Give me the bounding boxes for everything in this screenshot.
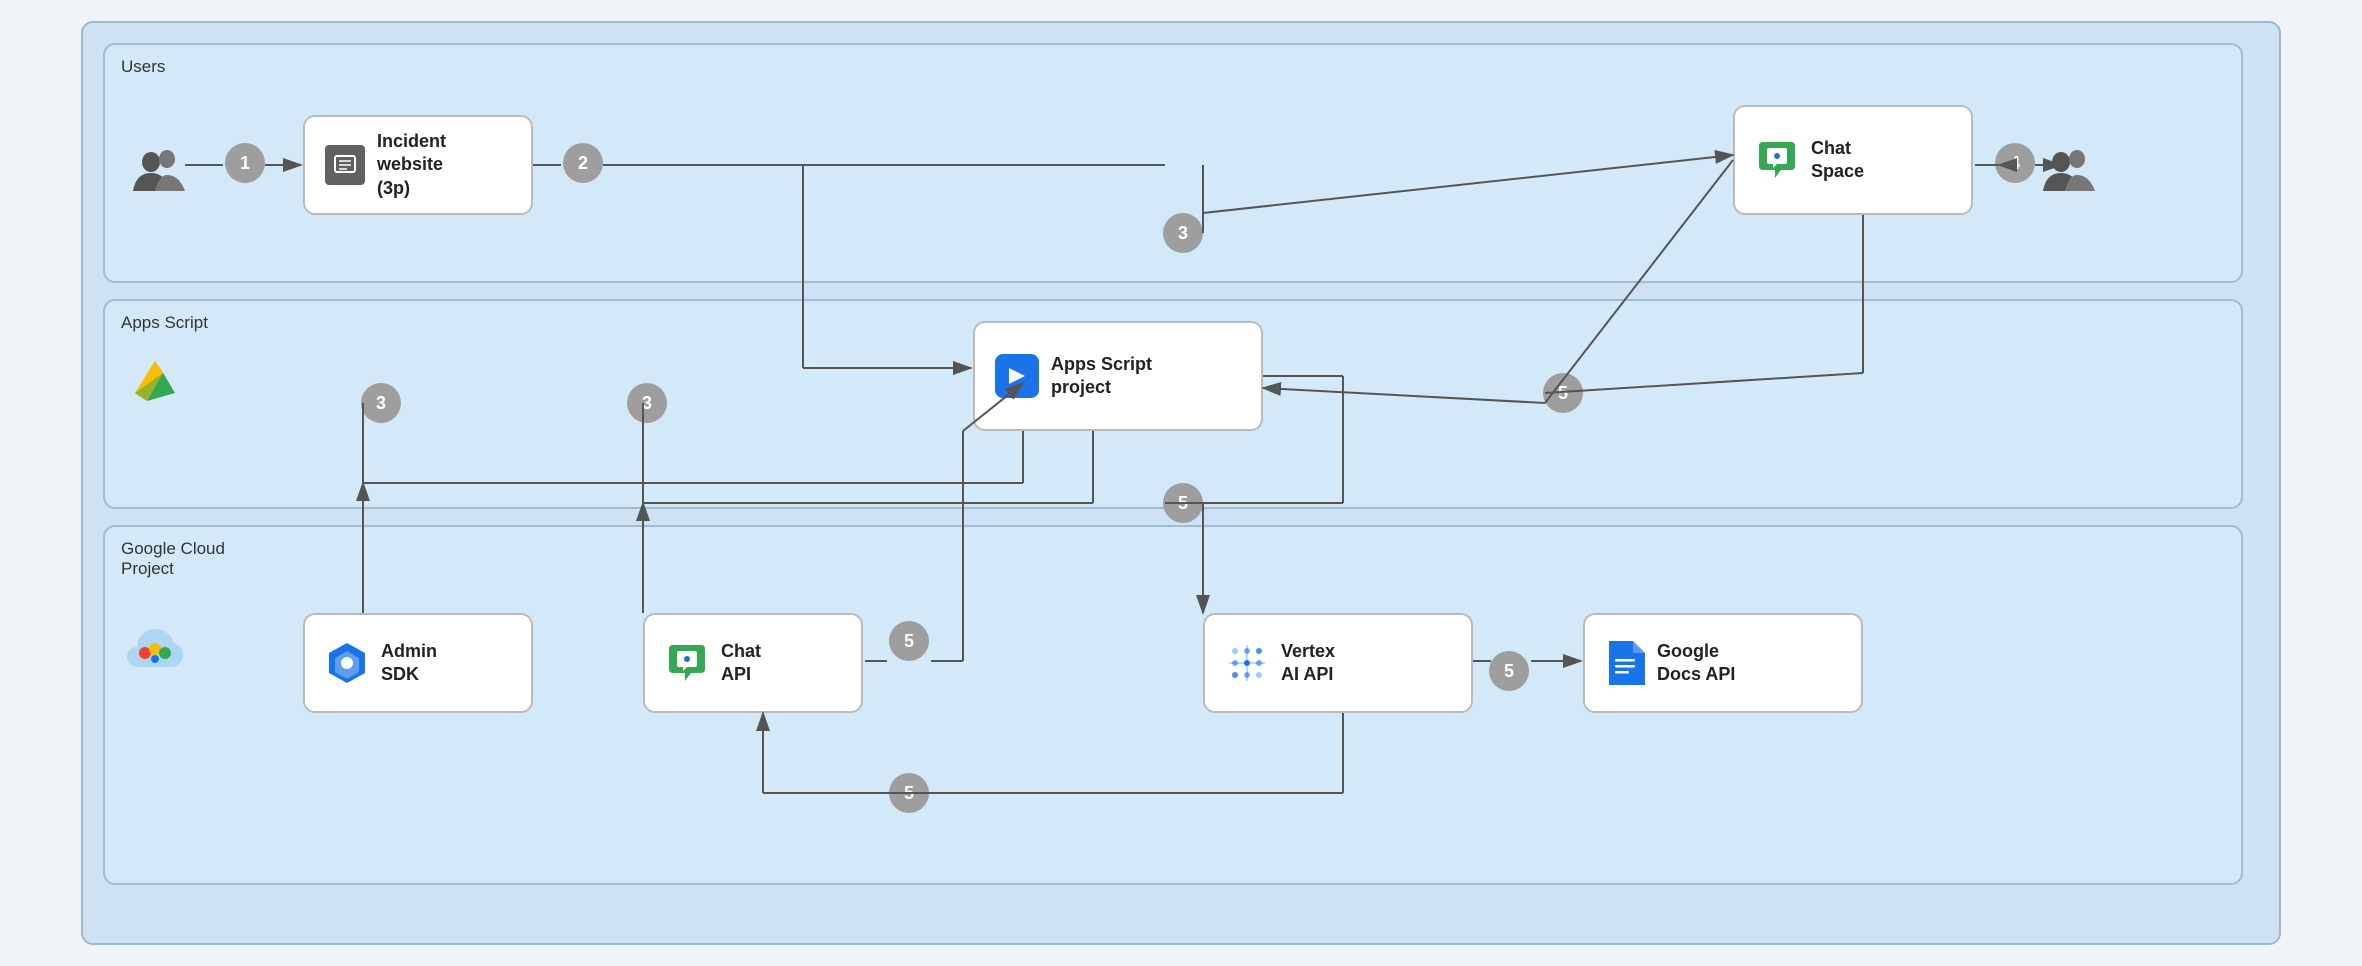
lane-gcloud-label: Google CloudProject	[121, 539, 225, 579]
appsscript-logo	[127, 353, 183, 414]
apps-script-project-label: Apps Script project	[1051, 353, 1152, 400]
step-2-circle: 2	[563, 143, 603, 183]
google-docs-node: Google Docs API	[1583, 613, 1863, 713]
gcloud-logo	[123, 623, 187, 680]
step-4-label: 4	[2010, 153, 2020, 174]
step-5c-circle: 5	[1543, 373, 1583, 413]
diagram-container: Users Apps Script Google CloudProject	[103, 43, 2263, 923]
step-5a-circle: 5	[889, 621, 929, 661]
vertex-ai-label: Vertex AI API	[1281, 640, 1335, 687]
step-1-circle: 1	[225, 143, 265, 183]
step-3c-circle: 3	[1163, 213, 1203, 253]
step-5b-circle: 5	[1163, 483, 1203, 523]
chat-space-label: ChatSpace	[1811, 137, 1864, 184]
step-5a-label: 5	[904, 631, 914, 652]
incident-website-icon	[325, 145, 365, 185]
users-icon-left	[133, 143, 185, 207]
admin-sdk-label: Admin SDK	[381, 640, 437, 687]
chat-api-icon	[665, 641, 709, 685]
step-3a-label: 3	[376, 393, 386, 414]
step-3a-circle: 3	[361, 383, 401, 423]
users-icon-right	[2043, 143, 2095, 200]
lane-users-label: Users	[121, 57, 165, 77]
diagram-wrapper: Users Apps Script Google CloudProject	[81, 21, 2281, 945]
step-2-label: 2	[578, 153, 588, 174]
step-4-circle: 4	[1995, 143, 2035, 183]
vertex-ai-node: Vertex AI API	[1203, 613, 1473, 713]
step-3b-label: 3	[642, 393, 652, 414]
google-docs-icon	[1605, 641, 1645, 685]
step-5e-circle: 5	[889, 773, 929, 813]
admin-sdk-icon	[325, 641, 369, 685]
incident-website-label: Incident website (3p)	[377, 130, 446, 200]
chat-space-icon	[1755, 138, 1799, 182]
step-5d-circle: 5	[1489, 651, 1529, 691]
step-1-label: 1	[240, 153, 250, 174]
chat-api-node: Chat API	[643, 613, 863, 713]
step-5e-label: 5	[904, 783, 914, 804]
incident-website-node: Incident website (3p)	[303, 115, 533, 215]
apps-script-arrow-icon	[995, 354, 1039, 398]
chat-space-node: ChatSpace	[1733, 105, 1973, 215]
step-3b-circle: 3	[627, 383, 667, 423]
step-5b-label: 5	[1178, 493, 1188, 514]
step-5d-label: 5	[1504, 661, 1514, 682]
admin-sdk-node: Admin SDK	[303, 613, 533, 713]
apps-script-project-node: Apps Script project	[973, 321, 1263, 431]
vertex-ai-icon	[1225, 641, 1269, 685]
google-docs-label: Google Docs API	[1657, 640, 1735, 687]
step-5c-label: 5	[1558, 383, 1568, 404]
lane-appsscript-label: Apps Script	[121, 313, 208, 333]
step-3c-label: 3	[1178, 223, 1188, 244]
chat-api-label: Chat API	[721, 640, 761, 687]
